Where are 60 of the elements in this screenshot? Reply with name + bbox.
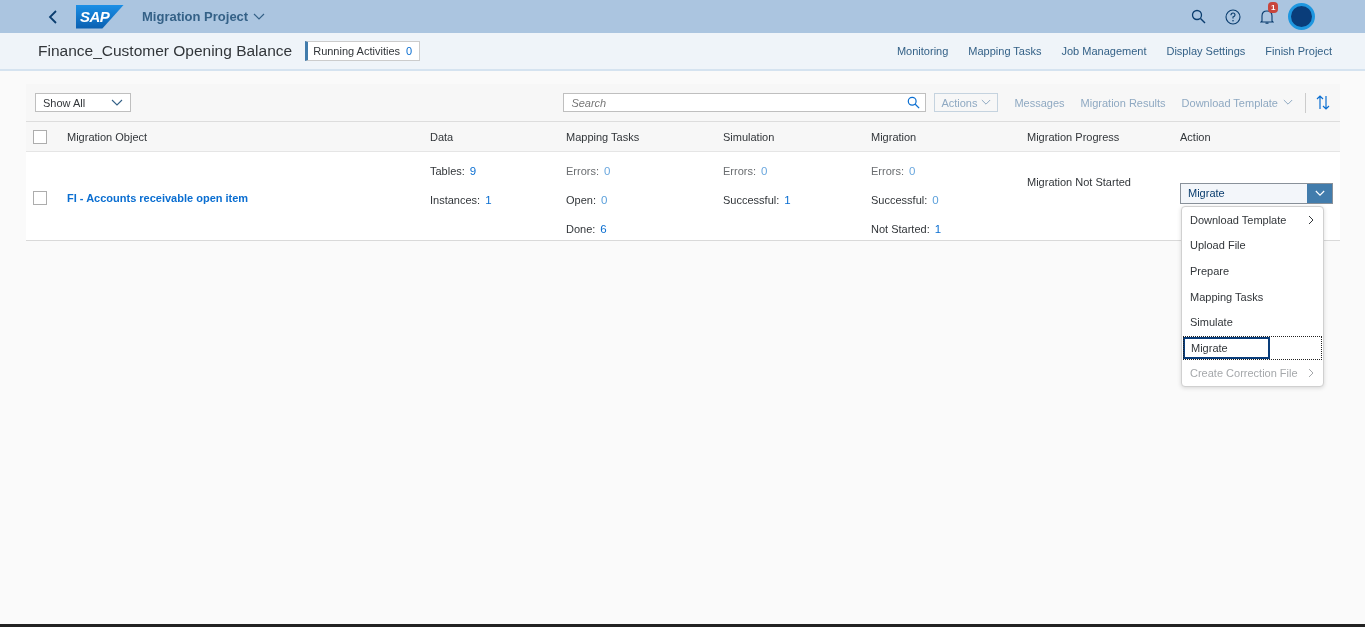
logo: SAP xyxy=(76,4,124,29)
search-field[interactable]: Search xyxy=(563,93,927,112)
project-title: Finance_Customer Opening Balance xyxy=(38,42,293,60)
chevron-down-icon xyxy=(981,99,992,106)
back-icon[interactable] xyxy=(48,9,58,24)
nav-link[interactable]: Display Settings xyxy=(1166,45,1246,57)
menu-item[interactable]: Download Template xyxy=(1182,207,1323,233)
column-header: Migration xyxy=(871,130,917,143)
sort-icon[interactable] xyxy=(1316,95,1330,110)
stat-value[interactable]: 0 xyxy=(761,164,768,177)
menu-item[interactable]: Prepare xyxy=(1182,258,1323,284)
avatar[interactable] xyxy=(1288,3,1315,30)
search-icon[interactable] xyxy=(1191,9,1206,24)
stat-value[interactable]: 0 xyxy=(932,193,939,206)
stat-label: Errors: xyxy=(871,164,904,177)
menu-item[interactable]: Upload File xyxy=(1182,232,1323,259)
stat-value[interactable]: 6 xyxy=(600,222,607,235)
stat-value[interactable]: 1 xyxy=(784,193,791,206)
nav-link[interactable]: Monitoring xyxy=(896,45,949,57)
select-all-checkbox[interactable] xyxy=(33,129,47,144)
nav-link[interactable]: Finish Project xyxy=(1265,45,1332,57)
stat-label: Tables: xyxy=(430,164,465,177)
stat-label: Open: xyxy=(566,193,596,206)
menu-item[interactable]: Simulate xyxy=(1182,309,1323,335)
column-header: Migration Progress xyxy=(1027,130,1120,143)
stat-label: Done: xyxy=(566,222,596,235)
stat-value[interactable]: 1 xyxy=(934,222,942,235)
bell-icon[interactable] xyxy=(1260,8,1274,25)
stat-label: Errors: xyxy=(566,164,599,177)
search-icon[interactable] xyxy=(907,96,921,109)
action-combobox[interactable]: Migrate xyxy=(1180,183,1333,204)
help-icon[interactable] xyxy=(1225,8,1241,25)
column-header: Mapping Tasks xyxy=(566,130,640,143)
migration-status: Migration Not Started xyxy=(1027,176,1131,188)
nav-link[interactable]: Mapping Tasks xyxy=(968,45,1042,57)
chevron-down-icon xyxy=(1314,190,1325,197)
stat-label: Not Started: xyxy=(871,222,930,235)
stat-label: Errors: xyxy=(723,164,756,177)
stat-value[interactable]: 0 xyxy=(604,164,611,177)
notification-badge: 1 xyxy=(1268,1,1279,13)
column-header: Action xyxy=(1180,130,1211,143)
nav-link[interactable]: Job Management xyxy=(1061,45,1147,57)
chevron-down-icon xyxy=(253,12,266,21)
stat-label: Successful: xyxy=(723,193,780,206)
app-title-menu[interactable]: Migration Project xyxy=(142,9,266,24)
column-header: Migration Object xyxy=(67,130,148,143)
chevron-down-icon xyxy=(111,98,123,107)
filter-select[interactable]: Show All xyxy=(35,93,131,112)
menu-item[interactable]: Mapping Tasks xyxy=(1182,283,1323,310)
stat-value[interactable]: 0 xyxy=(600,193,608,206)
column-header: Simulation xyxy=(723,130,775,143)
stat-value[interactable]: 1 xyxy=(485,193,492,206)
running-activities-button[interactable]: Running Activities 0 xyxy=(305,41,421,61)
stat-label: Instances: xyxy=(430,193,481,206)
stat-value[interactable]: 9 xyxy=(469,164,477,177)
stat-label: Successful: xyxy=(871,193,928,206)
row-checkbox[interactable] xyxy=(33,190,47,205)
column-header: Data xyxy=(430,130,454,143)
migration-object-link[interactable]: FI - Accounts receivable open item xyxy=(67,191,249,204)
stat-value[interactable]: 0 xyxy=(909,164,916,177)
